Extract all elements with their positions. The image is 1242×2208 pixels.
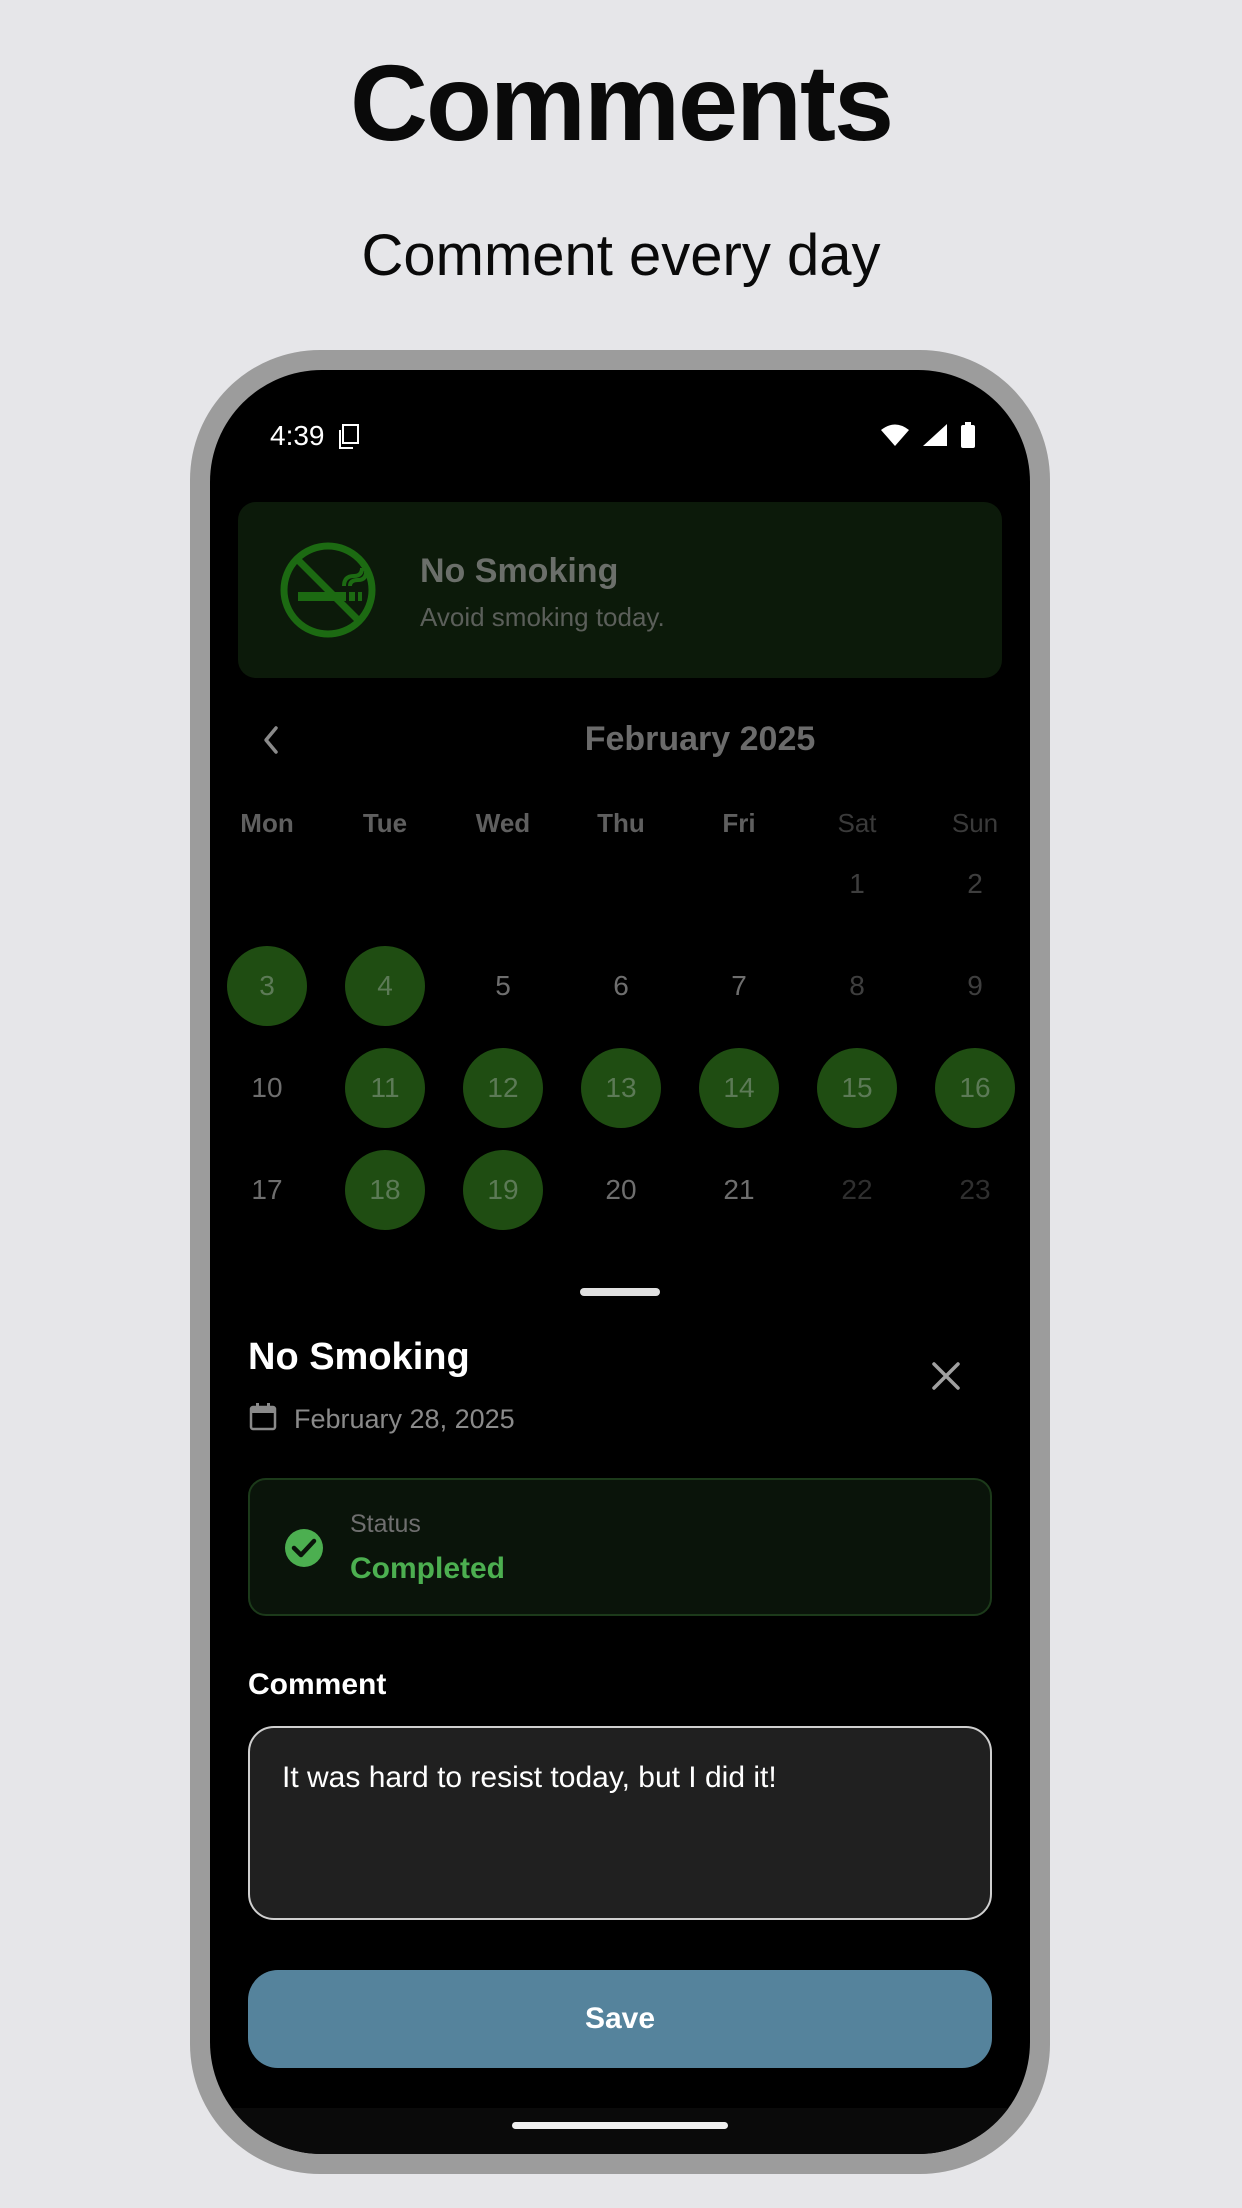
home-indicator[interactable] [512,2122,728,2129]
status-time: 4:39 [270,420,325,451]
sheet-title: No Smoking [248,1336,470,1378]
comment-input[interactable] [248,1726,992,1920]
calendar-day-completed[interactable]: 18 [345,1150,425,1230]
calendar-day[interactable]: 6 [581,946,661,1026]
habit-description: Avoid smoking today. [420,602,665,632]
weekday-label: Tue [362,808,408,838]
calendar-day[interactable]: 1 [817,844,897,924]
sheet-drag-handle[interactable] [580,1288,660,1296]
promo-title: Comments [349,42,894,163]
status-value: Completed [350,1552,506,1585]
status-label: Status [350,1510,421,1538]
battery-icon [961,422,975,448]
calendar-day[interactable]: 21 [699,1150,779,1230]
weekday-label: Fri [722,808,756,838]
weekday-label: Thu [597,808,645,838]
weekday-label: Sat [837,808,877,838]
calendar-day-completed[interactable]: 4 [345,946,425,1026]
calendar-day[interactable]: 2 [935,844,1015,924]
status-icons [880,422,976,448]
calendar-day[interactable]: 23 [935,1150,1015,1230]
phone-frame: 4:39 No Smoking Avoid smoking today. Feb… [190,350,1050,2174]
phone-screen: 4:39 No Smoking Avoid smoking today. Feb… [210,370,1030,2154]
calendar-day[interactable]: 20 [581,1150,661,1230]
calendar-day-completed[interactable]: 15 [817,1048,897,1128]
calendar-day[interactable]: 17 [227,1150,307,1230]
habit-card[interactable]: No Smoking Avoid smoking today. [238,502,1002,678]
calendar-day-completed[interactable]: 14 [699,1048,779,1128]
sheet-date: February 28, 2025 [294,1404,515,1434]
no-smoking-icon [280,542,376,638]
promo-subtitle: Comment every day [361,223,881,288]
calendar-day-completed[interactable]: 16 [935,1048,1015,1128]
calendar-day-completed[interactable]: 12 [463,1048,543,1128]
calendar-day-completed[interactable]: 11 [345,1048,425,1128]
calendar-day[interactable]: 8 [817,946,897,1026]
sim-card-icon [339,424,359,449]
habit-title: No Smoking [420,552,619,590]
check-circle-icon [285,1529,323,1567]
calendar-day[interactable]: 7 [699,946,779,1026]
save-button[interactable]: Save [248,1970,992,2068]
weekday-label: Sun [951,808,999,838]
calendar-month-label: February 2025 [584,720,816,758]
weekday-label: Mon [240,808,294,838]
comment-label: Comment [248,1668,387,1701]
status-card: Status Completed [248,1478,992,1616]
close-icon[interactable] [928,1358,964,1394]
calendar-day[interactable]: 5 [463,946,543,1026]
calendar-day[interactable]: 22 [817,1150,897,1230]
navigation-bar [210,2108,1030,2154]
calendar-day-completed[interactable]: 19 [463,1150,543,1230]
calendar-icon [249,1403,277,1431]
calendar-day-completed[interactable]: 3 [227,946,307,1026]
calendar-day[interactable]: 10 [227,1048,307,1128]
signal-icon [923,424,947,446]
wifi-icon [881,424,909,446]
calendar-day[interactable]: 9 [935,946,1015,1026]
chevron-left-icon[interactable] [258,724,284,756]
calendar-day-completed[interactable]: 13 [581,1048,661,1128]
weekday-label: Wed [475,808,531,838]
